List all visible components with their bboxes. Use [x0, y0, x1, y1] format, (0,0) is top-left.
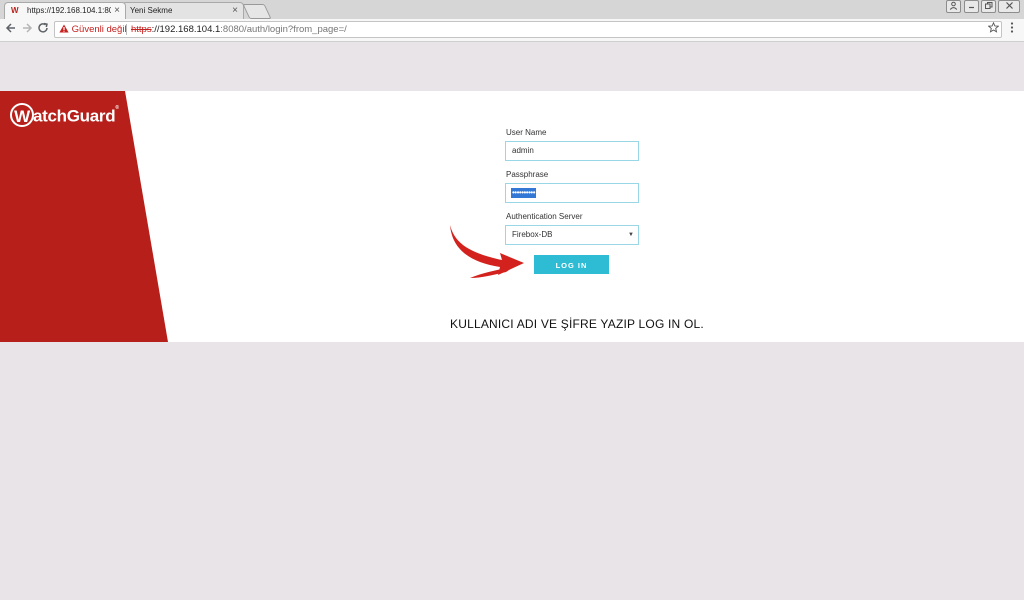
watchguard-logo: WatchGuard®: [10, 103, 119, 129]
brand-panel: [0, 91, 168, 342]
logo-reg: ®: [115, 105, 119, 111]
tab-watchguard[interactable]: W https://192.168.104.1:808 ×: [4, 2, 126, 19]
passphrase-label: Passphrase: [506, 170, 549, 179]
passphrase-value: ••••••••••: [511, 187, 537, 198]
logo-text: atchGuard: [33, 106, 116, 126]
username-input[interactable]: admin: [505, 141, 639, 161]
username-label: User Name: [506, 128, 547, 137]
passphrase-input[interactable]: ••••••••••: [505, 183, 639, 203]
tab-title: https://192.168.104.1:808: [27, 6, 111, 15]
dropdown-caret-icon: ▼: [628, 232, 634, 238]
login-button[interactable]: LOG IN: [534, 255, 609, 274]
watchguard-favicon-icon: W: [11, 6, 19, 15]
logo-circle-letter: W: [10, 103, 34, 127]
username-value: admin: [512, 146, 534, 155]
tab-close-icon[interactable]: ×: [114, 5, 120, 16]
instruction-caption: KULLANICI ADI VE ŞİFRE YAZIP LOG IN OL.: [450, 317, 704, 331]
annotation-arrow-icon: [450, 225, 524, 278]
